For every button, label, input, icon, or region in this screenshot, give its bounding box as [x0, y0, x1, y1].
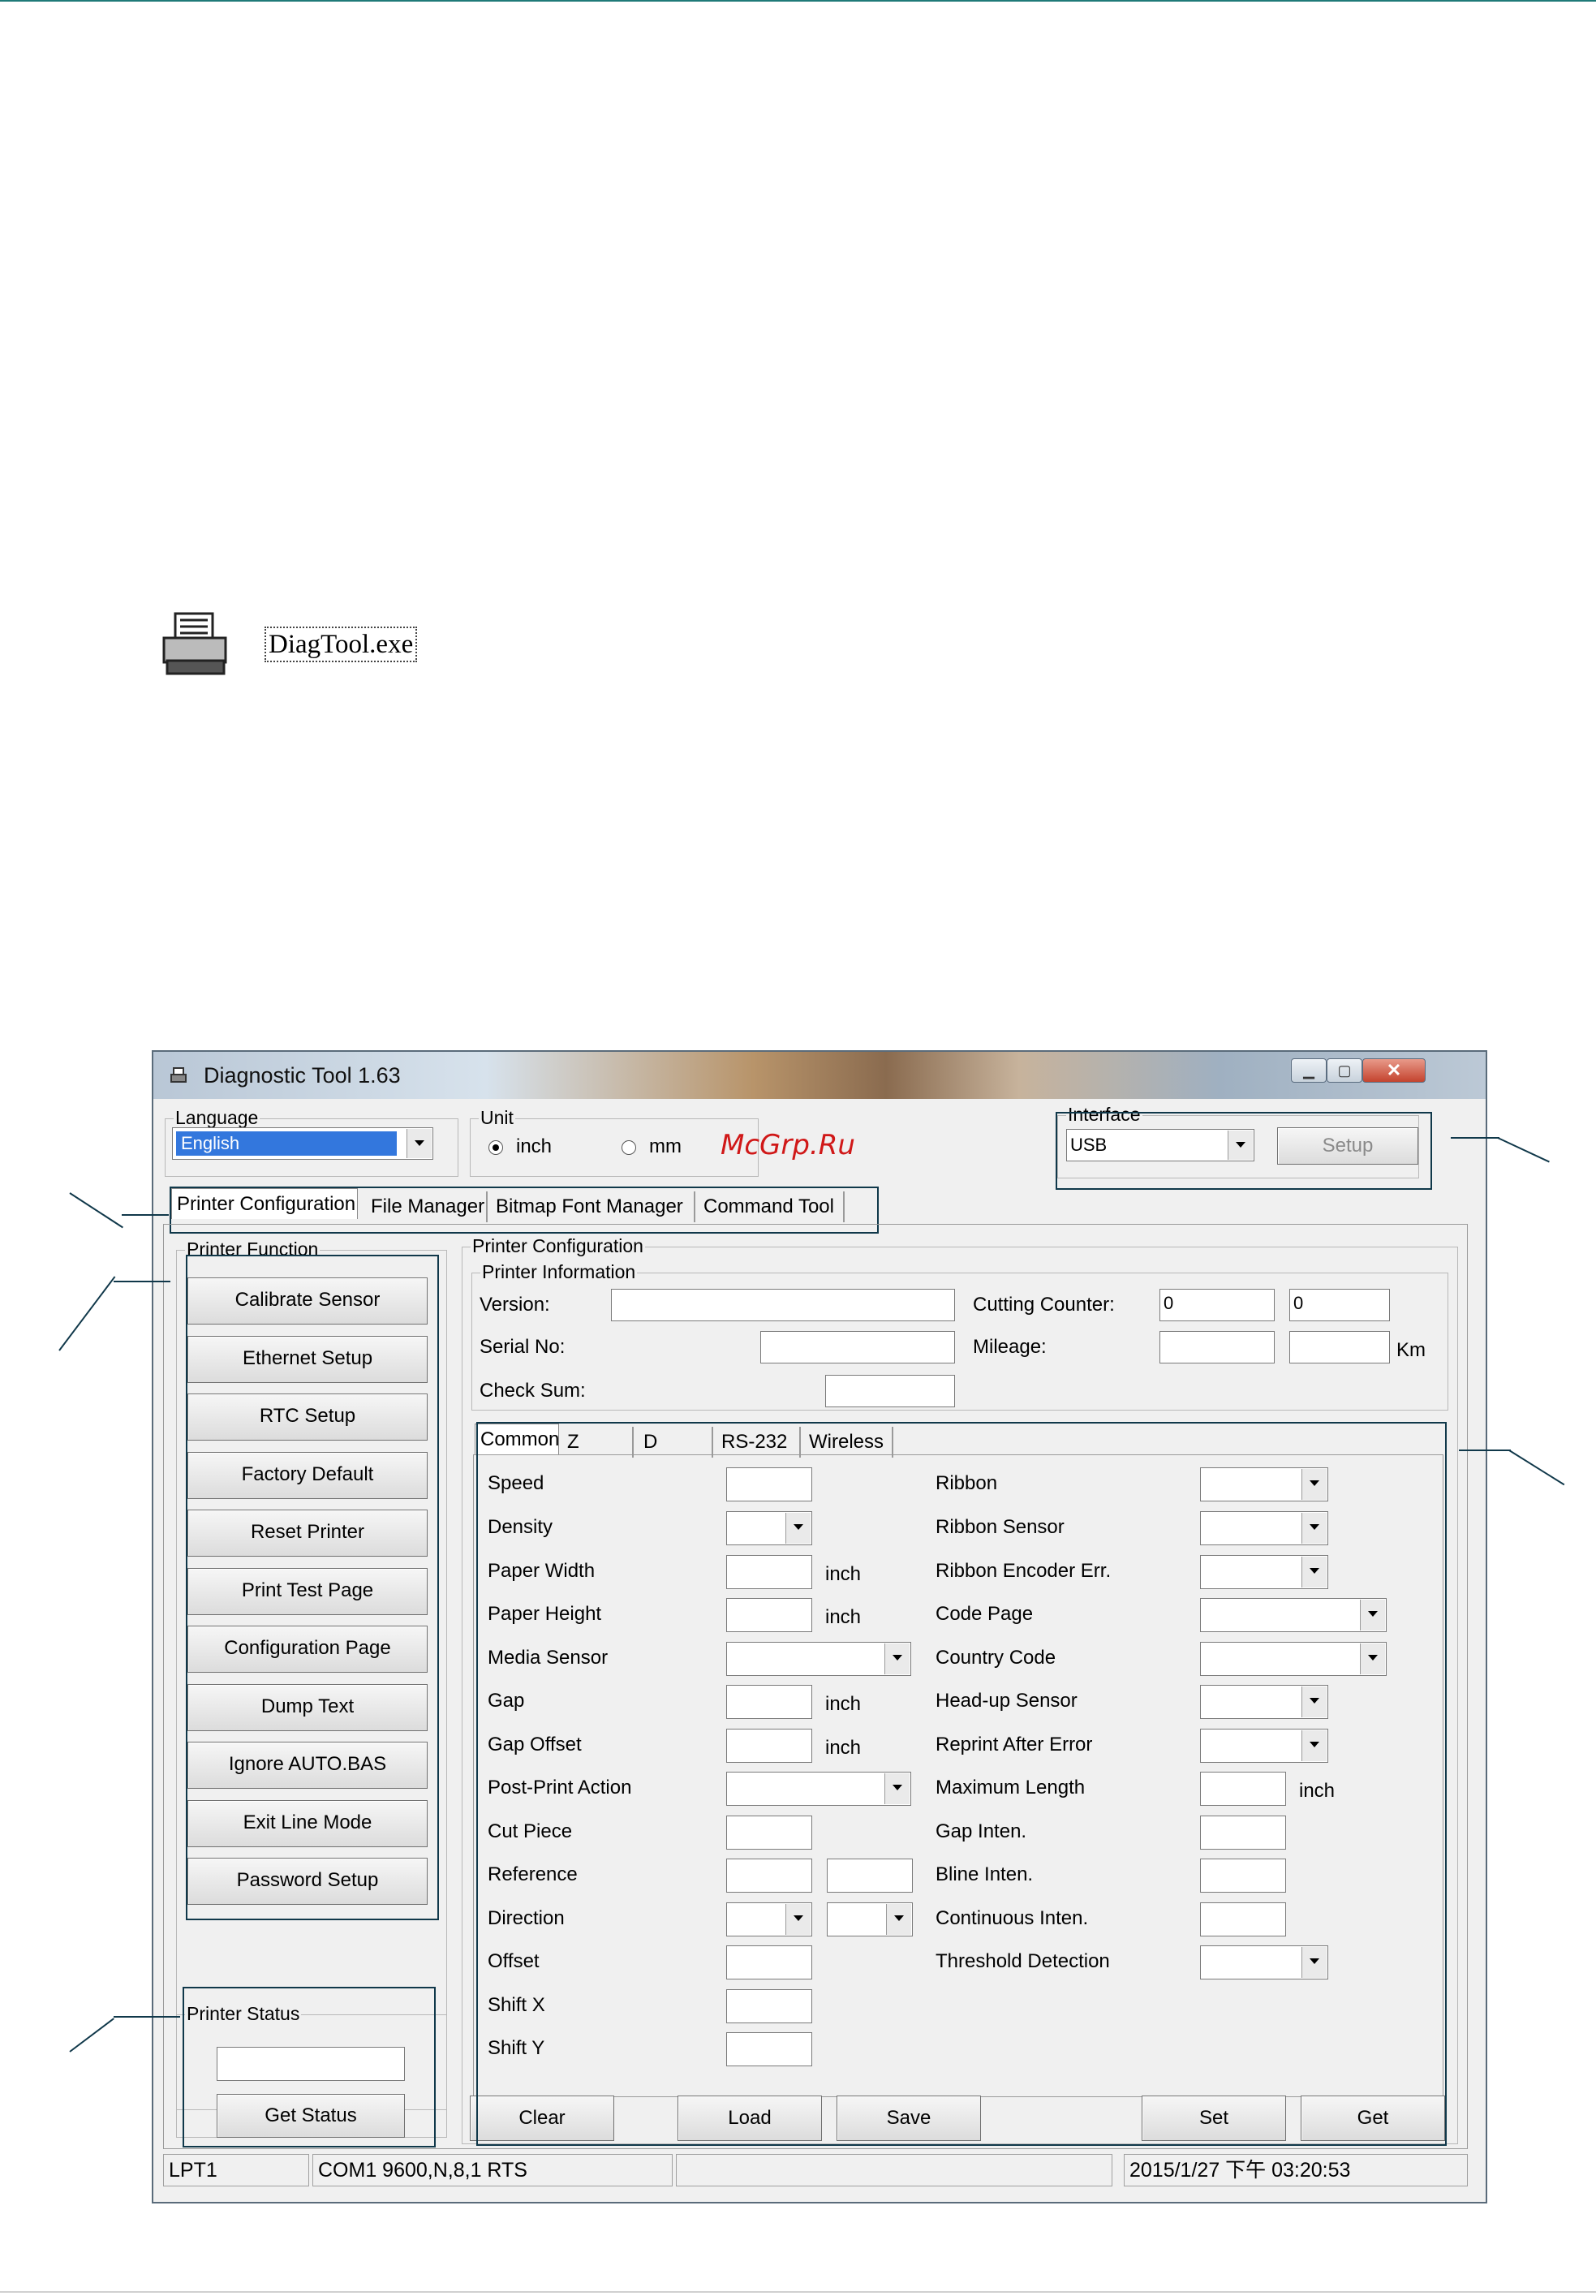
callout-line-tabs-a [69, 1192, 123, 1229]
callout-line-tabs-b [122, 1214, 169, 1216]
chevron-down-icon[interactable] [407, 1129, 432, 1158]
language-value: English [176, 1131, 397, 1156]
diagnostic-tool-window: Diagnostic Tool 1.63 ▁ ▢ ✕ Language Engl… [152, 1050, 1487, 2203]
callout-line-config-b [1508, 1450, 1565, 1486]
unit-radio-inch[interactable] [488, 1140, 503, 1155]
watermark-text: McGrp.Ru [721, 1129, 855, 1161]
serial-no-label: Serial No: [480, 1336, 566, 1358]
language-group: Language English [165, 1107, 458, 1177]
mileage-unit: Km [1396, 1339, 1426, 1361]
desktop-icon-label[interactable]: DiagTool.exe [265, 627, 418, 662]
callout-line-function-a [58, 1276, 116, 1351]
check-sum-label: Check Sum: [480, 1380, 586, 1402]
cutting-counter-field-1: 0 [1159, 1289, 1275, 1321]
language-label: Language [174, 1107, 260, 1129]
version-field [611, 1289, 955, 1321]
unit-option-inch: inch [516, 1135, 553, 1157]
printer-icon[interactable] [159, 610, 232, 678]
status-datetime: 2015/1/27 下午 03:20:53 [1124, 2154, 1468, 2186]
app-icon [170, 1067, 187, 1083]
cutting-counter-field-2: 0 [1289, 1289, 1390, 1321]
mileage-field-1 [1159, 1331, 1275, 1363]
mileage-field-2 [1289, 1331, 1390, 1363]
printer-status-highlight [183, 1987, 436, 2147]
callout-line-status-a [69, 2018, 114, 2053]
printer-information-title: Printer Information [480, 1261, 638, 1283]
status-middle [676, 2154, 1112, 2186]
interface-highlight [1056, 1112, 1432, 1190]
status-com: COM1 9600,N,8,1 RTS [312, 2154, 673, 2186]
printer-configuration-title: Printer Configuration [471, 1235, 645, 1257]
printer-function-highlight [186, 1255, 439, 1920]
callout-line-config-a [1459, 1450, 1511, 1451]
page-bottom-rule [0, 2291, 1596, 2293]
unit-radio-mm[interactable] [622, 1140, 636, 1155]
unit-option-mm: mm [649, 1135, 682, 1157]
maximize-icon[interactable]: ▢ [1327, 1058, 1362, 1083]
callout-line-status-b [114, 2016, 180, 2018]
status-bar: LPT1 COM1 9600,N,8,1 RTS 2015/1/27 下午 03… [153, 2154, 1486, 2186]
language-select[interactable]: English [172, 1127, 433, 1160]
serial-no-field [760, 1331, 955, 1363]
callout-line-interface-b [1497, 1137, 1550, 1163]
cutting-counter-label: Cutting Counter: [973, 1294, 1115, 1316]
unit-group: Unit inch mm [470, 1107, 759, 1177]
unit-label: Unit [479, 1107, 515, 1129]
minimize-icon[interactable]: ▁ [1291, 1058, 1327, 1083]
callout-line-interface-a [1451, 1137, 1499, 1139]
window-title: Diagnostic Tool 1.63 [204, 1063, 401, 1088]
title-bar[interactable]: Diagnostic Tool 1.63 ▁ ▢ ✕ [153, 1052, 1486, 1099]
close-icon[interactable]: ✕ [1362, 1058, 1426, 1083]
status-lpt: LPT1 [163, 2154, 309, 2186]
check-sum-field [825, 1375, 955, 1407]
page-top-rule [0, 0, 1596, 2]
callout-line-function-b [114, 1281, 170, 1282]
version-label: Version: [480, 1294, 550, 1316]
mileage-label: Mileage: [973, 1336, 1047, 1358]
printer-configuration-highlight [476, 1422, 1447, 2146]
